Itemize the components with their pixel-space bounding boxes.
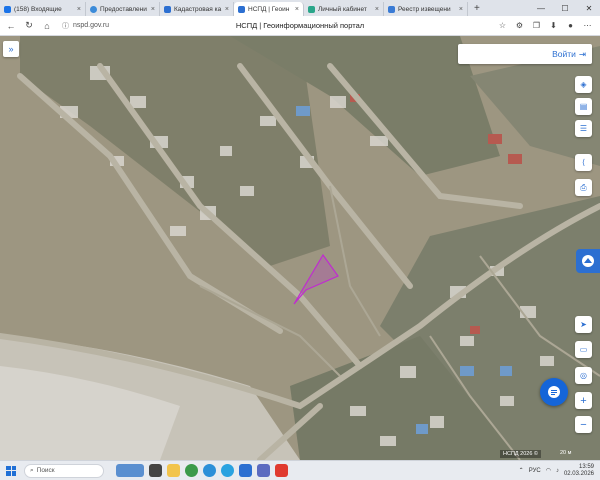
start-button[interactable] <box>6 465 16 476</box>
edge-icon[interactable] <box>203 464 216 477</box>
taskbar-search[interactable]: ⌕ Поиск <box>24 463 104 478</box>
volume-icon[interactable]: ♪ <box>556 468 559 474</box>
clock[interactable]: 13:59 02.03.2026 <box>564 464 594 478</box>
close-icon[interactable]: × <box>459 6 463 13</box>
window-controls: — ☐ ✕ <box>530 0 600 16</box>
search-icon: ⌕ <box>30 466 34 474</box>
page-title: НСПД | Геоинформационный портал <box>235 21 365 30</box>
minimize-button[interactable]: — <box>530 0 552 16</box>
legend-button[interactable]: ▤ <box>575 98 592 115</box>
tab-3[interactable]: Кадастровая ка × <box>160 2 234 16</box>
close-icon[interactable]: × <box>375 6 379 13</box>
layers-button[interactable]: ◈ <box>575 76 592 93</box>
downloads-icon[interactable]: ⬇ <box>547 19 560 32</box>
browser-tabstrip: (158) Входящие × Предоставлени × Кадастр… <box>0 0 600 16</box>
nspd-side-button[interactable] <box>576 249 600 273</box>
satellite-imagery[interactable] <box>0 36 600 460</box>
cadastre-icon <box>164 5 171 13</box>
expand-panel-button[interactable]: » <box>3 41 19 57</box>
map-viewport[interactable]: » Войти ⇥ ◈ ▤ ☰ ⟨ ⎙ ➤ ▭ ◎ + − НСПД 2026 … <box>0 36 600 460</box>
telegram-icon[interactable] <box>221 464 234 477</box>
browser-toolbar: ☆ ⚙ ❐ ⬇ ● ⋯ <box>496 19 594 32</box>
share-icon[interactable]: ⟨ <box>575 154 592 171</box>
tab-label: Предоставлени <box>100 5 147 13</box>
tab-label: Кадастровая ка <box>174 5 222 13</box>
extensions-icon[interactable]: ⚙ <box>513 19 526 32</box>
zoom-in-button[interactable]: + <box>575 392 592 409</box>
search-placeholder: Поиск <box>36 467 55 474</box>
close-icon[interactable]: × <box>225 6 229 13</box>
print-icon[interactable]: ⎙ <box>575 179 592 196</box>
chevron-up-icon[interactable]: ⌃ <box>519 467 524 474</box>
language-indicator[interactable]: РУС <box>529 468 541 474</box>
geo-search-icon[interactable]: ◎ <box>575 367 592 384</box>
chat-button[interactable] <box>540 378 568 406</box>
measure-button[interactable]: ☰ <box>575 120 592 137</box>
new-tab-button[interactable]: + <box>468 3 486 14</box>
login-arrow-icon: ⇥ <box>578 48 586 59</box>
map-scale: 20 м <box>560 450 572 456</box>
collections-icon[interactable]: ❐ <box>530 19 543 32</box>
profile-icon[interactable]: ● <box>564 19 577 32</box>
clock-time: 13:59 <box>578 463 594 470</box>
site-info-icon[interactable]: ⓘ <box>62 21 69 31</box>
home-button[interactable]: ⌂ <box>40 19 54 33</box>
mail-icon <box>4 5 11 13</box>
windows-taskbar: ⌕ Поиск ⌃ РУС ◠ ♪ 13:59 02.03.2026 <box>0 460 600 480</box>
weather-widget-icon[interactable] <box>116 464 144 477</box>
registry-icon <box>388 5 395 13</box>
screen-button[interactable]: ▭ <box>575 341 592 358</box>
taskview-icon[interactable] <box>149 464 162 477</box>
tab-2[interactable]: Предоставлени × <box>86 2 160 16</box>
close-icon[interactable]: × <box>295 6 299 13</box>
maximize-button[interactable]: ☐ <box>554 0 576 16</box>
tab-label: (158) Входящие <box>14 5 62 13</box>
nspd-icon <box>238 5 245 13</box>
refresh-button[interactable]: ↻ <box>22 19 36 33</box>
tab-1[interactable]: (158) Входящие × <box>0 2 86 16</box>
close-icon[interactable]: × <box>151 6 155 13</box>
tab-label: Личный кабинет <box>318 5 367 13</box>
clock-date: 02.03.2026 <box>563 470 594 477</box>
wifi-icon[interactable]: ◠ <box>546 467 551 474</box>
bookmark-icon[interactable]: ☆ <box>496 19 509 32</box>
explorer-icon[interactable] <box>167 464 180 477</box>
menu-icon[interactable]: ⋯ <box>581 19 594 32</box>
tab-6[interactable]: Реестр извещени × <box>384 2 468 16</box>
taskbar-apps <box>116 464 288 477</box>
gosuslugi-icon <box>90 5 97 13</box>
login-panel: Войти ⇥ <box>458 44 592 64</box>
chrome-icon[interactable] <box>185 464 198 477</box>
login-label: Войти <box>552 49 576 59</box>
chat-icon <box>548 386 560 398</box>
photos-icon[interactable] <box>257 464 270 477</box>
system-tray: ⌃ РУС ◠ ♪ 13:59 02.03.2026 <box>519 464 594 478</box>
cabinet-icon <box>308 5 315 13</box>
zoom-out-button[interactable]: − <box>575 416 592 433</box>
nspd-logo-icon <box>582 255 594 267</box>
tab-label: Реестр извещени <box>398 5 451 13</box>
tab-5[interactable]: Личный кабинет × <box>304 2 384 16</box>
url-text: nspd.gov.ru <box>73 22 110 29</box>
back-button[interactable]: ← <box>4 19 18 33</box>
login-button[interactable]: Войти ⇥ <box>552 49 586 60</box>
app-icon[interactable] <box>239 464 252 477</box>
close-icon[interactable]: × <box>77 6 81 13</box>
map-attribution: НСПД 2026 © <box>500 450 541 458</box>
url-field[interactable]: ⓘ nspd.gov.ru <box>62 21 109 31</box>
locate-icon[interactable]: ➤ <box>575 316 592 333</box>
tab-4[interactable]: НСПД | Геоин × <box>234 2 304 16</box>
close-window-button[interactable]: ✕ <box>578 0 600 16</box>
address-bar: ← ↻ ⌂ ⓘ nspd.gov.ru НСПД | Геоинформацио… <box>0 16 600 36</box>
tab-label: НСПД | Геоин <box>248 5 290 13</box>
yandex-icon[interactable] <box>275 464 288 477</box>
